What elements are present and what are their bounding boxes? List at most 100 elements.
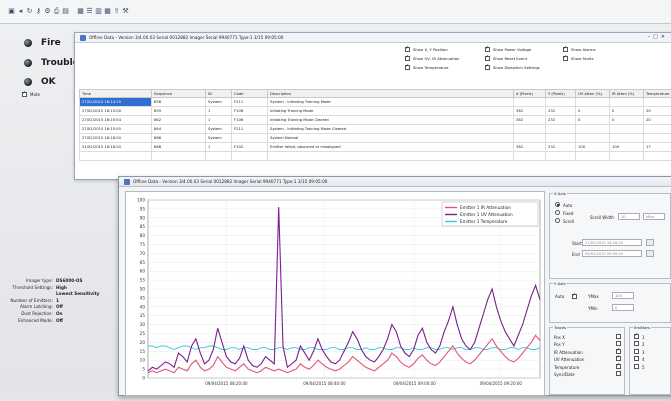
emitter-checkbox[interactable]	[634, 356, 639, 361]
emitter-item[interactable]: 2	[634, 341, 645, 348]
wrench-icon[interactable]: ⚒	[122, 8, 129, 15]
radio-icon[interactable]	[555, 202, 560, 207]
column-header[interactable]: Code	[232, 90, 268, 98]
window-titlebar[interactable]: Offline Data - Version 3/4.00.03 Serial …	[75, 33, 671, 43]
minimize-icon[interactable]: –	[648, 34, 651, 40]
emitter-item[interactable]: 4	[634, 356, 645, 363]
emitter-item[interactable]: 5	[634, 364, 645, 371]
grid-icon[interactable]: ▥	[95, 8, 102, 15]
column-header[interactable]: Sequence	[152, 90, 206, 98]
table-row[interactable]: 27/02/2015 16:16:20866SystemSystem Norma…	[80, 134, 671, 143]
trace-item[interactable]: Pos Y	[554, 341, 624, 348]
list-icon[interactable]: ☰	[86, 8, 93, 15]
x-mode-auto[interactable]: Auto	[555, 202, 574, 210]
radio-icon[interactable]	[555, 210, 560, 215]
emitter-item[interactable]: 3	[634, 349, 645, 356]
radio-icon[interactable]	[555, 218, 560, 223]
table-cell: 232	[546, 107, 576, 116]
option-1[interactable]: Show Power Voltage	[485, 47, 563, 52]
y-tick-label: 90	[140, 215, 146, 220]
key-icon[interactable]: ⚷	[35, 8, 42, 15]
column-header[interactable]: UV Atten (%)	[576, 90, 610, 98]
option-5[interactable]: Show Faults	[563, 56, 623, 61]
trace-checkbox[interactable]	[616, 341, 621, 346]
table-cell: 362	[514, 107, 546, 116]
option-checkbox[interactable]	[485, 56, 490, 61]
option-4[interactable]: Show Reset Event	[485, 56, 563, 61]
column-header[interactable]: Description	[268, 90, 514, 98]
option-checkbox[interactable]	[485, 65, 490, 70]
x-mode-fixed[interactable]: Fixed	[555, 210, 574, 218]
gear-icon[interactable]: ⚙	[44, 8, 51, 15]
column-header[interactable]: Temperature	[644, 90, 671, 98]
option-checkbox[interactable]	[405, 56, 410, 61]
emitter-item[interactable]: 1	[634, 334, 645, 341]
trace-checkbox[interactable]	[616, 334, 621, 339]
end-date-picker-button[interactable]	[646, 250, 654, 257]
info-key: Number of Emitters:	[6, 298, 56, 305]
scroll-width-input[interactable]: 10	[618, 213, 640, 220]
column-header[interactable]: IR Atten (%)	[610, 90, 644, 98]
trace-item[interactable]: UV Attenuation	[554, 356, 624, 363]
close-icon[interactable]: ✕	[661, 34, 665, 40]
open-icon[interactable]: ▤	[62, 8, 69, 15]
maximize-icon[interactable]: □	[653, 34, 658, 40]
end-date-input[interactable]: 09/04/2015 09:30:00	[582, 250, 642, 257]
trace-checkbox[interactable]	[616, 371, 621, 376]
trace-checkbox[interactable]	[616, 364, 621, 369]
start-date-input[interactable]: 27/02/2015 16:16:20	[582, 239, 642, 246]
table-row[interactable]: 31/02/2015 16:16:208681F102Emitter faile…	[80, 143, 671, 152]
table-row[interactable]: 27/02/2015 16:15:548621F106Initiating Tr…	[80, 116, 671, 125]
table-row[interactable]: 27/02/2015 16:15:008591F106Initiating Tr…	[80, 107, 671, 116]
option-2[interactable]: Show Alarms	[563, 47, 623, 52]
mute-check-icon[interactable]	[22, 92, 27, 97]
table-row[interactable]: 27/02/2015 16:14:15858SystemF211System -…	[80, 98, 671, 107]
column-header[interactable]: Y (Pixels)	[546, 90, 576, 98]
refresh-icon[interactable]: ↻	[26, 8, 33, 15]
back-icon[interactable]: ◂	[17, 8, 24, 15]
status-fire-label: Fire	[41, 38, 61, 48]
table-row[interactable]: 27/02/2015 16:15:55864SystemF211System -…	[80, 125, 671, 134]
mute-checkbox[interactable]: Mute	[22, 92, 40, 97]
trace-item[interactable]: Sync/Date	[554, 371, 624, 378]
trace-checkbox[interactable]	[616, 349, 621, 354]
app-icon[interactable]: ▣	[8, 8, 15, 15]
table-cell	[514, 98, 546, 107]
start-date-picker-button[interactable]	[646, 239, 654, 246]
trace-item[interactable]: IR Attenuation	[554, 349, 624, 356]
option-0[interactable]: Show X, Y Position	[405, 47, 485, 52]
export-icon[interactable]: ⇪	[113, 8, 120, 15]
print-icon[interactable]: ⎙	[53, 8, 60, 15]
option-checkbox[interactable]	[405, 65, 410, 70]
emitter-checkbox[interactable]	[634, 341, 639, 346]
option-checkbox[interactable]	[563, 56, 568, 61]
trace-item[interactable]: Pos X	[554, 334, 624, 341]
y-auto-checkbox[interactable]	[572, 294, 577, 299]
option-3[interactable]: Show UV, IR Attenuation	[405, 56, 485, 61]
ymin-input[interactable]: 0	[612, 304, 634, 311]
emitter-checkbox[interactable]	[634, 364, 639, 369]
trace-item[interactable]: Temperature	[554, 364, 624, 371]
attenuation-chart[interactable]: 0510152025303540455055606570758085909510…	[126, 192, 546, 397]
emitter-checkbox[interactable]	[634, 349, 639, 354]
option-6[interactable]: Show Temperature	[405, 65, 485, 70]
option-checkbox[interactable]	[405, 47, 410, 52]
trace-checkbox[interactable]	[616, 356, 621, 361]
column-header[interactable]: Time	[80, 90, 152, 98]
chart-icon[interactable]: ▦	[77, 8, 84, 15]
column-header[interactable]: ID	[206, 90, 232, 98]
x-tick-label: 09/04/2015 08:40:00	[303, 381, 346, 386]
option-7[interactable]: Show Dipswitch Settings	[485, 65, 563, 70]
info-value: 1	[56, 298, 59, 305]
column-header[interactable]: X (Pixels)	[514, 90, 546, 98]
scroll-unit-select[interactable]: Mins	[643, 213, 665, 220]
option-checkbox[interactable]	[563, 47, 568, 52]
x-mode-scroll[interactable]: Scroll	[555, 218, 574, 226]
table-icon[interactable]: ▦	[104, 8, 111, 15]
ymax-input[interactable]: 100	[612, 292, 634, 299]
emitter-checkbox[interactable]	[634, 334, 639, 339]
plot-area[interactable]: 0510152025303540455055606570758085909510…	[125, 191, 545, 396]
option-checkbox[interactable]	[485, 47, 490, 52]
graph-window-titlebar[interactable]: Offline Data - Version 3/4.00.03 Serial …	[119, 177, 671, 187]
trace-label: Pos Y	[554, 341, 565, 348]
